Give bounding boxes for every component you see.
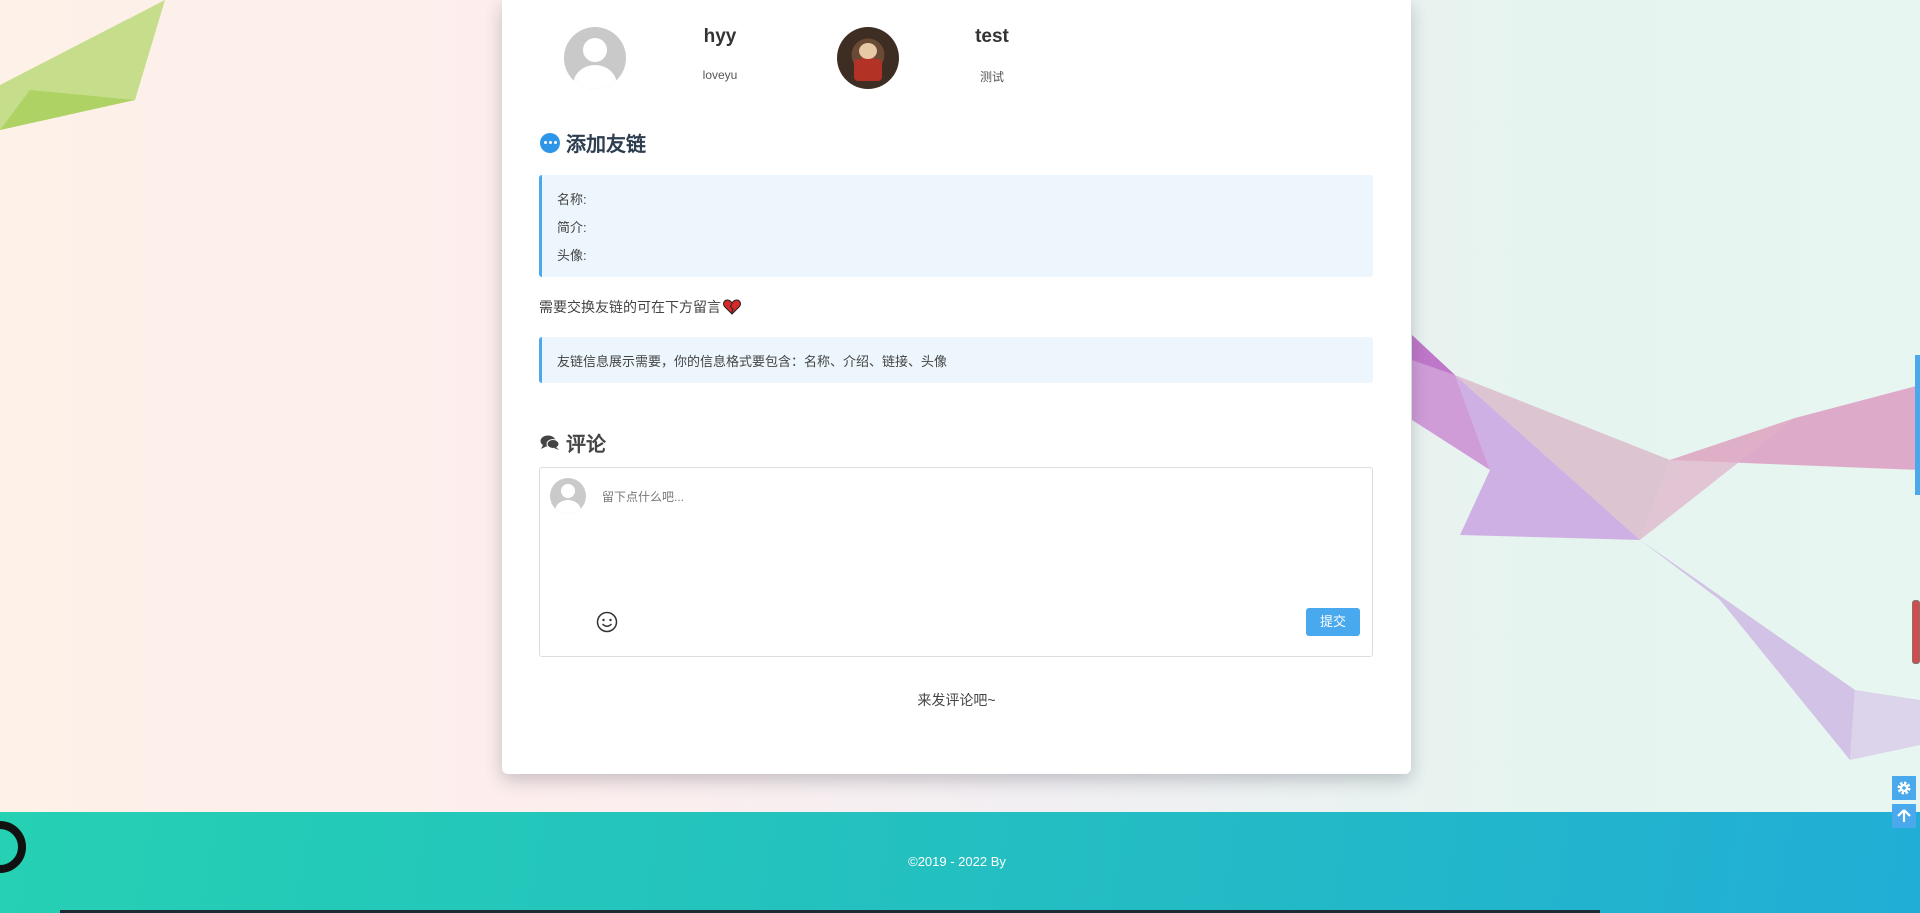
friend-name[interactable]: test bbox=[932, 26, 1052, 48]
arrow-up-icon bbox=[1897, 809, 1911, 822]
info-tip-text: 友链信息展示需要，你的信息格式要包含：名称、介绍、链接、头像 bbox=[557, 354, 948, 369]
ellipsis-icon bbox=[540, 132, 560, 153]
friend-desc: 测试 bbox=[979, 70, 1004, 84]
field-avatar-label: 头像: bbox=[557, 248, 587, 263]
default-avatar[interactable] bbox=[564, 27, 626, 89]
friend-desc: loveyu bbox=[702, 68, 738, 82]
gear-icon bbox=[1897, 781, 1911, 795]
add-link-heading: 添加友链 bbox=[540, 128, 646, 157]
comments-heading: 评论 bbox=[540, 428, 606, 457]
exchange-notice: 需要交换友链的可在下方留言 bbox=[539, 297, 741, 317]
photo-avatar[interactable] bbox=[837, 27, 899, 89]
copyright-text: ©2019 - 2022 By bbox=[908, 854, 1006, 869]
comments-title-text: 评论 bbox=[566, 434, 606, 456]
comment-editor[interactable]: 留下点什么吧... 提交 bbox=[539, 467, 1373, 657]
commenter-avatar bbox=[550, 478, 586, 514]
info-tip-box: 友链信息展示需要，你的信息格式要包含：名称、介绍、链接、头像 bbox=[539, 337, 1373, 383]
friend-name[interactable]: hyy bbox=[660, 26, 780, 48]
field-name-label: 名称: bbox=[557, 192, 587, 207]
comment-input[interactable]: 留下点什么吧... bbox=[602, 488, 684, 505]
section-title-text: 添加友链 bbox=[566, 134, 646, 156]
settings-button[interactable] bbox=[1892, 776, 1916, 800]
link-format-box: 名称: 简介: 头像: bbox=[539, 175, 1373, 277]
emoji-icon[interactable] bbox=[596, 611, 618, 633]
no-comments-text: 来发评论吧~ bbox=[917, 692, 996, 708]
submit-button[interactable]: 提交 bbox=[1306, 608, 1360, 636]
notice-text: 需要交换友链的可在下方留言 bbox=[539, 299, 721, 315]
comments-icon bbox=[540, 435, 560, 450]
main-content-card: hyy loveyu test 测试 添加友链 名称: 简介: 头像: 需要交换… bbox=[502, 0, 1411, 774]
back-to-top-button[interactable] bbox=[1892, 804, 1916, 828]
field-intro-label: 简介: bbox=[557, 220, 587, 235]
site-footer: ©2019 - 2022 By bbox=[0, 812, 1920, 913]
broken-heart-icon bbox=[723, 299, 741, 315]
scroll-thumb[interactable] bbox=[1912, 600, 1920, 664]
page-scrollbar[interactable] bbox=[1915, 355, 1920, 495]
